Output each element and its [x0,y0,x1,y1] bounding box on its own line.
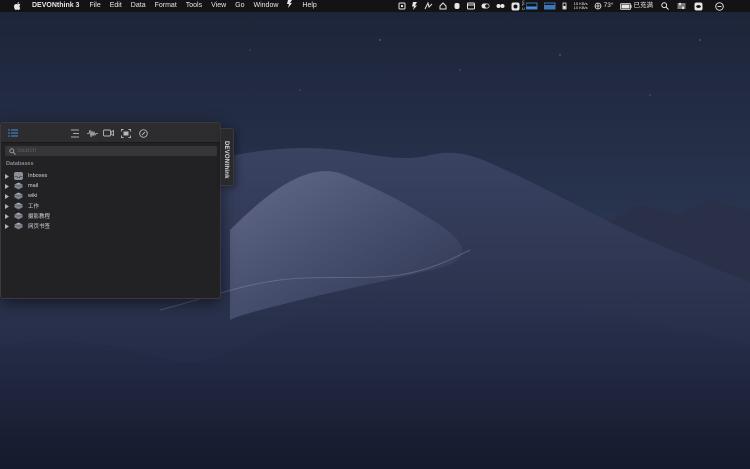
battery-icon[interactable] [619,2,632,10]
disclosure-triangle-icon[interactable] [4,193,10,199]
search-field[interactable] [5,146,217,156]
cpu-bar-icon [525,2,538,10]
cloud-icon[interactable] [453,2,461,10]
notification-center-icon[interactable] [715,1,724,11]
database-icon [13,202,23,210]
database-icon [13,192,23,200]
database-item-photo-tutorials[interactable]: 摄影教程 [1,211,220,221]
database-label: mail [28,183,39,189]
menu-view[interactable]: View [211,0,226,12]
database-item-wiki[interactable]: wiki [1,191,220,201]
sorting-icon[interactable] [69,127,81,139]
toggle-icon[interactable] [481,2,490,10]
apple-logo-icon[interactable] [12,2,22,10]
screen-rotate-icon[interactable] [398,2,406,10]
sorter-tab[interactable]: DEVONthink [221,128,234,186]
database-item-inboxes[interactable]: Inboxes [1,171,220,181]
disk-icon [562,2,568,10]
devonthink-sorter-panel: Databases Inboxes mail [0,122,221,299]
menu-tools[interactable]: Tools [186,0,202,12]
search-input[interactable] [17,146,207,156]
database-icon [13,182,23,190]
disclosure-triangle-icon[interactable] [4,203,10,209]
database-label: Inboxes [28,173,48,179]
search-icon[interactable] [661,2,669,10]
database-label: wiki [28,193,38,199]
settings-gear-icon[interactable] [511,2,520,11]
menu-help[interactable]: Help [302,0,316,12]
database-icon [13,222,23,230]
script-menu-icon[interactable] [287,0,293,13]
sorter-tab-label: DEVONthink [223,141,229,179]
fan-icon[interactable] [594,2,602,10]
siri-icon[interactable] [694,2,703,11]
database-label: 工作 [28,204,40,210]
menu-edit[interactable]: Edit [110,0,122,12]
menu-format[interactable]: Format [155,0,177,12]
disclosure-triangle-icon[interactable] [4,183,10,189]
disclosure-triangle-icon[interactable] [4,213,10,219]
search-icon [7,146,17,156]
audio-icon[interactable] [86,127,98,139]
menu-go[interactable]: Go [235,0,244,12]
app-menu[interactable]: DEVONthink 3 [32,0,79,12]
menu-bar: DEVONthink 3 File Edit Data Format Tools… [0,0,750,12]
databases-section-label: Databases [6,161,34,167]
video-icon[interactable] [102,127,114,139]
menu-window[interactable]: Window [254,0,279,12]
hourglass-icon[interactable] [412,2,418,10]
temperature[interactable]: 73° [604,0,614,12]
network-down: 10 KB/s [573,5,588,10]
database-item-web-bookmarks[interactable]: 网页书签 [1,221,220,231]
dots-icon[interactable] [496,2,505,10]
disclosure-triangle-icon[interactable] [4,173,10,179]
capture-area-icon[interactable] [120,127,132,139]
database-item-work[interactable]: 工作 [1,201,220,211]
window-icon[interactable] [467,2,476,10]
memory-bar-icon [543,2,556,10]
menu-file[interactable]: File [89,0,100,12]
database-list: Inboxes mail wiki 工作 摄影教程 网页书签 [1,171,220,231]
database-icon [13,212,23,220]
database-label: 摄影教程 [28,214,51,220]
network-speed[interactable]: 15 KB/s 10 KB/s [573,1,588,11]
disclosure-triangle-icon[interactable] [4,223,10,229]
sorter-toolbar [1,123,220,143]
control-center-icon[interactable] [677,2,686,10]
menu-data[interactable]: Data [131,0,146,12]
script-icon[interactable] [424,2,433,10]
compass-icon[interactable] [137,127,149,139]
database-label: 网页书签 [28,224,51,230]
battery-status[interactable]: 已充满 [634,0,654,12]
list-view-icon[interactable] [7,127,19,139]
cpu-monitor[interactable]: CPU [522,0,525,12]
inbox-tray-icon [13,172,23,180]
home-icon[interactable] [439,2,447,10]
database-item-mail[interactable]: mail [1,181,220,191]
